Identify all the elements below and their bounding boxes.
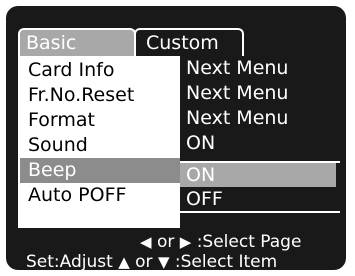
item-hint-or: or xyxy=(135,252,153,270)
set-adjust-label: Set:Adjust xyxy=(26,252,113,270)
item-hint-text: :Select Item xyxy=(174,252,278,270)
menu-item-format[interactable]: Format xyxy=(20,108,190,133)
select-item-hint: Set:Adjust ▲ or ▼ :Select Item xyxy=(26,252,277,270)
value-format: Next Menu xyxy=(186,107,289,129)
up-arrow-icon: ▲ xyxy=(118,253,130,270)
camera-screen: Basic Custom Card Info Fr.No.Reset Forma… xyxy=(0,0,355,276)
lcd-panel: Basic Custom Card Info Fr.No.Reset Forma… xyxy=(6,6,346,270)
value-sound: ON xyxy=(186,132,216,154)
select-page-hint: ◀ or ▶ :Select Page xyxy=(140,232,301,252)
page-hint-text: :Select Page xyxy=(196,232,302,252)
menu-item-auto-poff[interactable]: Auto POFF xyxy=(20,183,190,208)
menu-item-fr-no-reset[interactable]: Fr.No.Reset xyxy=(20,83,190,108)
menu-item-card-info[interactable]: Card Info xyxy=(20,58,190,83)
value-column: Next Menu Next Menu Next Menu ON ON OFF xyxy=(180,56,340,228)
menu-item-sound[interactable]: Sound xyxy=(20,133,190,158)
beep-options: ON OFF xyxy=(180,161,340,213)
page-hint-or: or xyxy=(156,232,175,252)
option-on[interactable]: ON xyxy=(180,163,336,187)
right-arrow-icon: ▶ xyxy=(179,233,192,251)
tab-custom[interactable]: Custom xyxy=(134,28,244,56)
left-arrow-icon: ◀ xyxy=(140,233,152,251)
tab-basic[interactable]: Basic xyxy=(18,28,136,56)
value-card-info: Next Menu xyxy=(186,57,289,79)
value-fr-no-reset: Next Menu xyxy=(186,82,289,104)
down-arrow-icon: ▼ xyxy=(157,253,170,270)
option-off[interactable]: OFF xyxy=(180,187,336,211)
menu-item-beep[interactable]: Beep xyxy=(20,158,190,183)
